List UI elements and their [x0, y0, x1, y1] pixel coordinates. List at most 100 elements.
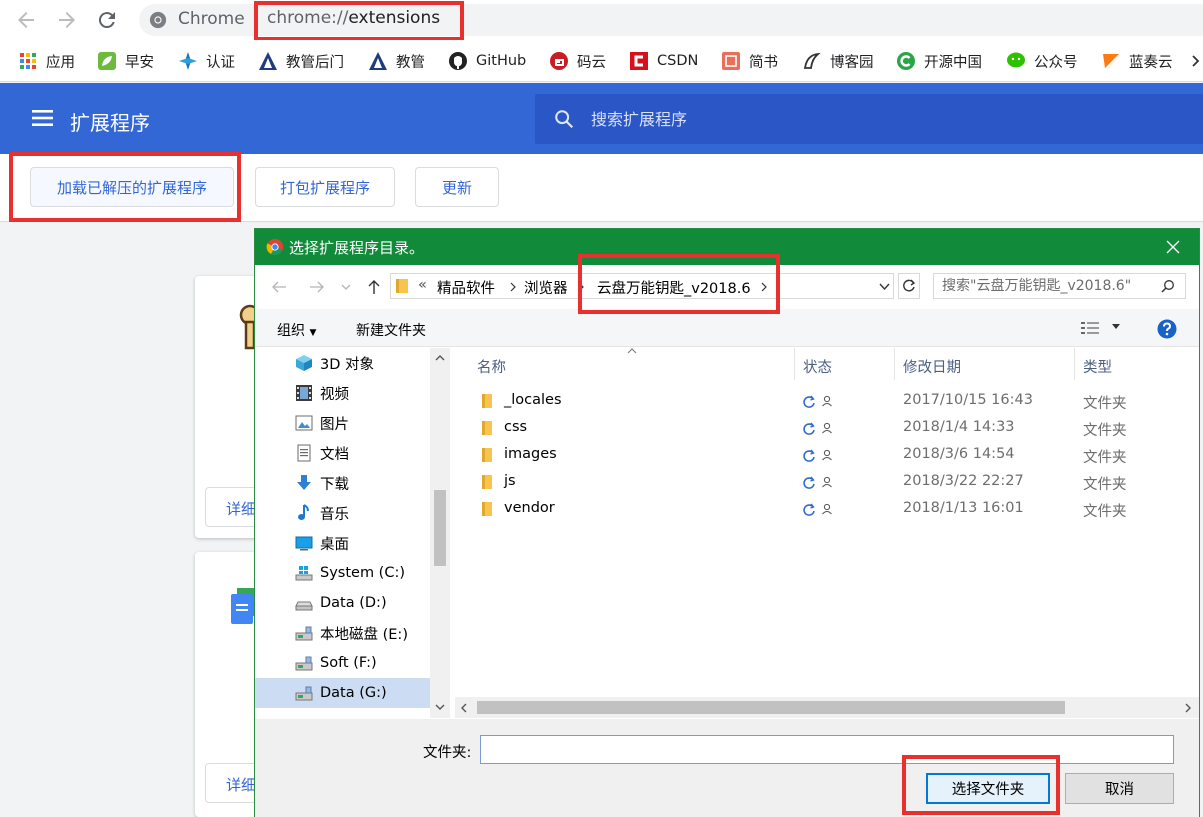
folder-icon	[482, 502, 492, 516]
back-arrow-icon[interactable]	[14, 8, 38, 32]
school-logo-icon	[259, 52, 277, 70]
refresh-button[interactable]	[898, 273, 920, 299]
scroll-up-icon[interactable]	[435, 354, 445, 362]
file-row[interactable]: css 2018/1/4 14:33 文件夹	[475, 415, 1195, 442]
nav-item-drive-e[interactable]: 本地磁盘 (E:)	[255, 618, 430, 648]
bookmark-jianshu[interactable]: 简书	[721, 50, 778, 72]
file-row[interactable]: _locales 2017/10/15 16:43 文件夹	[475, 388, 1195, 415]
bookmark-jiaoguan[interactable]: 教管	[368, 50, 425, 72]
nav-item-label: 音乐	[320, 506, 349, 523]
pack-extension-button[interactable]: 打包扩展程序	[255, 167, 395, 207]
file-type: 文件夹	[1083, 450, 1127, 466]
bookmark-zaoan[interactable]: 早安	[97, 50, 154, 72]
nav-item-music[interactable]: 音乐	[255, 498, 430, 528]
nav-item-drive-g[interactable]: Data (G:)	[255, 678, 430, 708]
back-arrow-icon[interactable]	[271, 279, 287, 295]
site-name: Chrome	[178, 9, 245, 29]
csdn-icon	[630, 52, 648, 70]
bookmark-oschina[interactable]: 开源中国	[896, 50, 982, 72]
scrollbar-thumb[interactable]	[477, 701, 1065, 714]
command-bar: 组织 ▼ 新建文件夹	[255, 309, 1199, 347]
reload-icon[interactable]	[95, 8, 119, 32]
view-options-icon[interactable]	[1081, 321, 1099, 335]
recent-locations-chevron-icon[interactable]	[341, 279, 351, 295]
refresh-icon	[903, 279, 916, 292]
scroll-left-icon[interactable]	[460, 703, 467, 713]
network-drive-icon	[295, 626, 313, 641]
highlight-url	[254, 1, 464, 41]
nav-item-drive-c[interactable]: System (C:)	[255, 558, 430, 588]
folder-input[interactable]	[480, 735, 1174, 764]
scrollbar-thumb[interactable]	[434, 490, 446, 566]
oschina-icon	[897, 52, 915, 70]
file-row[interactable]: images 2018/3/6 14:54 文件夹	[475, 442, 1195, 469]
bookmark-cnblogs[interactable]: 博客园	[802, 50, 874, 72]
bookmark-csdn[interactable]: CSDN	[629, 50, 698, 72]
bookmark-label: GitHub	[476, 53, 527, 69]
file-type: 文件夹	[1083, 504, 1127, 520]
sync-status-icon	[803, 476, 832, 489]
file-name: js	[504, 473, 516, 489]
column-header-name[interactable]: 名称	[469, 348, 795, 380]
bookmark-lanzou[interactable]: 蓝奏云	[1101, 50, 1173, 72]
nav-item-drive-f[interactable]: Soft (F:)	[255, 648, 430, 678]
extensions-search-input[interactable]	[591, 107, 1171, 131]
file-name: css	[504, 419, 528, 435]
file-row[interactable]: vendor 2018/1/13 16:01 文件夹	[475, 496, 1195, 523]
bookmark-renzheng[interactable]: 认证	[178, 50, 235, 72]
sync-status-icon	[803, 503, 832, 516]
bookmark-github[interactable]: GitHub	[448, 50, 526, 72]
hamburger-menu-icon[interactable]	[32, 109, 53, 127]
jianshu-icon	[722, 52, 740, 70]
nav-item-drive-d[interactable]: Data (D:)	[255, 588, 430, 618]
more-bookmarks-icon[interactable]	[1192, 55, 1200, 67]
nav-item-3d-objects[interactable]: 3D 对象	[255, 348, 430, 378]
bookmark-label: 简书	[749, 54, 778, 71]
file-row[interactable]: js 2018/3/22 22:27 文件夹	[475, 469, 1195, 496]
up-arrow-icon[interactable]	[366, 279, 382, 295]
scroll-down-icon[interactable]	[435, 703, 445, 711]
forward-arrow-icon[interactable]	[55, 8, 79, 32]
bookmark-jiaoguan-backdoor[interactable]: 教管后门	[258, 50, 344, 72]
nav-item-documents[interactable]: 文档	[255, 438, 430, 468]
apps-grid-icon	[20, 53, 36, 69]
help-icon[interactable]	[1157, 319, 1177, 339]
update-button[interactable]: 更新	[415, 167, 499, 207]
nav-item-desktop[interactable]: 桌面	[255, 528, 430, 558]
column-header-status[interactable]: 状态	[795, 348, 895, 380]
bookmark-label: 码云	[577, 54, 606, 71]
search-icon	[1161, 280, 1174, 293]
bookmarks-bar: 应用 早安 认证 教管后门 教管 GitHub 码云 CSDN 简书 博客园 开…	[0, 40, 1203, 82]
column-header-date[interactable]: 修改日期	[895, 348, 1075, 380]
breadcrumb-item[interactable]: 精品软件	[437, 277, 495, 298]
nav-item-videos[interactable]: 视频	[255, 378, 430, 408]
network-drive-icon	[295, 686, 313, 701]
dialog-search-input[interactable]	[942, 277, 1156, 295]
sync-status-icon	[803, 449, 832, 462]
cancel-button[interactable]: 取消	[1065, 773, 1174, 804]
nav-item-downloads[interactable]: 下载	[255, 468, 430, 498]
nav-pane-scrollbar[interactable]	[430, 348, 450, 718]
column-header-type[interactable]: 类型	[1075, 348, 1195, 380]
breadcrumb-item[interactable]: 浏览器	[524, 277, 568, 298]
forward-arrow-icon[interactable]	[309, 279, 325, 295]
nav-item-pictures[interactable]: 图片	[255, 408, 430, 438]
dialog-search-box[interactable]	[933, 273, 1186, 299]
breadcrumb-separator-icon	[510, 282, 516, 292]
dropdown-arrow-icon[interactable]	[1112, 324, 1120, 330]
organize-menu[interactable]: 组织 ▼	[277, 320, 316, 340]
drive-icon	[295, 601, 313, 611]
select-folder-dialog: 选择扩展程序目录。 « 精品软件 浏览器 云盘万能钥匙_v2018.6 组织 ▼…	[254, 228, 1200, 817]
scroll-right-icon[interactable]	[1185, 703, 1192, 713]
bookmark-wechat[interactable]: 公众号	[1006, 50, 1078, 72]
bookmark-apps[interactable]: 应用	[18, 50, 75, 72]
close-icon[interactable]	[1161, 235, 1185, 259]
breadcrumb-overflow[interactable]: «	[418, 277, 427, 293]
extensions-search-box[interactable]	[535, 94, 1203, 144]
new-folder-button[interactable]: 新建文件夹	[356, 320, 426, 340]
file-list-horizontal-scrollbar[interactable]	[455, 697, 1199, 718]
file-date: 2018/1/4 14:33	[903, 419, 1015, 435]
chevron-down-icon[interactable]	[879, 283, 890, 291]
bookmark-gitee[interactable]: 码云	[549, 50, 606, 72]
bookmark-label: 公众号	[1034, 54, 1078, 71]
